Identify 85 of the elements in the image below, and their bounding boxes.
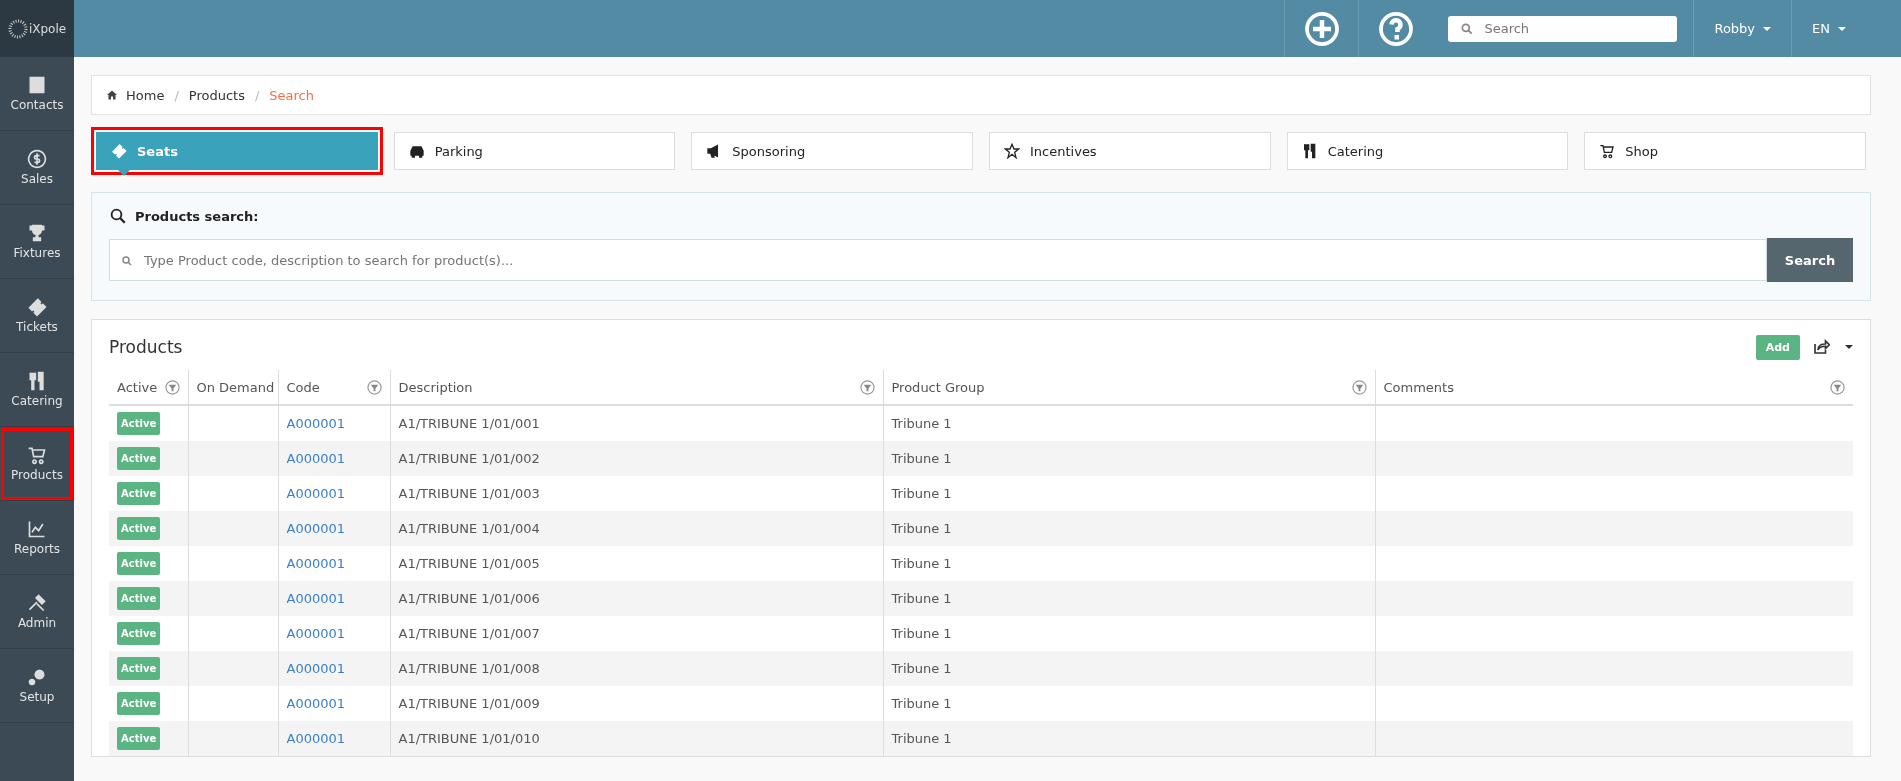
cell-text: A1/TRIBUNE 1/01/007 <box>398 626 540 641</box>
cell-text: A1/TRIBUNE 1/01/001 <box>398 416 540 431</box>
breadcrumb-link[interactable]: Home <box>126 87 165 103</box>
search-button[interactable]: Search <box>1767 238 1853 282</box>
breadcrumb-link[interactable]: Products <box>188 87 245 103</box>
sidebar-item[interactable]: Products <box>0 427 74 501</box>
filter-icon[interactable] <box>164 379 180 395</box>
status-badge: Active <box>117 657 161 680</box>
cell-text: Tribune 1 <box>891 451 952 466</box>
cell-text: Tribune 1 <box>891 731 952 746</box>
column-header[interactable]: Active <box>109 370 188 405</box>
code-link[interactable]: A000001 <box>286 696 346 711</box>
code-link[interactable]: A000001 <box>286 626 346 641</box>
ticket-icon <box>27 297 47 317</box>
trophy-icon <box>27 223 47 243</box>
search-field[interactable]: Type Product code, description to search for product(s)... <box>109 239 1767 281</box>
status-badge: Active <box>117 447 161 470</box>
panel-title: Products <box>109 337 184 357</box>
cell-text: A1/TRIBUNE 1/01/002 <box>398 451 540 466</box>
cell-text: Tribune 1 <box>891 591 952 606</box>
tab[interactable]: Sponsoring <box>691 132 973 170</box>
tab[interactable]: Incentives <box>989 132 1271 170</box>
tab[interactable]: Catering <box>1286 132 1569 170</box>
code-link[interactable]: A000001 <box>286 416 346 431</box>
tab[interactable]: Parking <box>393 132 676 170</box>
export-icon[interactable] <box>1812 338 1830 356</box>
ticket-icon <box>111 143 127 159</box>
status-badge: Active <box>117 482 161 505</box>
filter-icon[interactable] <box>1351 379 1367 395</box>
cell-text: Tribune 1 <box>891 486 952 501</box>
cell-text: Tribune 1 <box>891 696 952 711</box>
cart-icon <box>27 445 47 465</box>
help-icon[interactable] <box>1377 10 1414 47</box>
column-header[interactable]: Comments <box>1375 370 1853 405</box>
caret-icon[interactable] <box>1845 345 1853 349</box>
cell-text: Tribune 1 <box>891 521 952 536</box>
column-header[interactable]: On Demand <box>188 370 278 405</box>
code-link[interactable]: A000001 <box>286 486 346 501</box>
cell-text: Tribune 1 <box>891 556 952 571</box>
cutlery-icon <box>27 371 47 391</box>
panel-title: Products search: <box>135 208 259 224</box>
breadcrumb-separator: / <box>174 87 179 103</box>
tab[interactable]: Shop <box>1584 132 1867 170</box>
cart-icon <box>1599 143 1616 159</box>
tools-icon <box>27 593 47 613</box>
status-badge: Active <box>117 587 161 610</box>
status-badge: Active <box>117 552 161 575</box>
search-icon <box>109 207 127 225</box>
cell-text: A1/TRIBUNE 1/01/010 <box>398 731 540 746</box>
cell-text: A1/TRIBUNE 1/01/009 <box>398 696 540 711</box>
user-menu[interactable]: Robby <box>1693 0 1792 57</box>
chart-icon <box>27 519 47 539</box>
cutlery-icon <box>1301 143 1318 159</box>
filter-icon[interactable] <box>1830 379 1845 395</box>
search-field[interactable]: Search <box>1448 15 1678 42</box>
status-badge: Active <box>117 727 161 750</box>
breadcrumb-current: Search <box>269 87 314 103</box>
language-menu[interactable]: EN <box>1791 0 1866 57</box>
filter-icon[interactable] <box>859 379 875 395</box>
code-link[interactable]: A000001 <box>286 556 346 571</box>
dotted-ring-icon <box>7 18 28 39</box>
car-icon <box>408 143 425 159</box>
add-icon[interactable] <box>1303 10 1340 47</box>
home-icon <box>106 89 118 101</box>
column-header[interactable]: Code <box>278 370 390 405</box>
status-badge: Active <box>117 517 161 540</box>
logo-text: iXpole <box>28 21 67 36</box>
cell-text: Tribune 1 <box>891 626 952 641</box>
cell-text: Tribune 1 <box>891 416 952 431</box>
logo[interactable]: iXpole <box>0 0 74 57</box>
cell-text: A1/TRIBUNE 1/01/005 <box>398 556 540 571</box>
cell-text: Tribune 1 <box>891 661 952 676</box>
cell-text: A1/TRIBUNE 1/01/006 <box>398 591 540 606</box>
cell-text: A1/TRIBUNE 1/01/004 <box>398 521 540 536</box>
column-header[interactable]: Product Group <box>883 370 1375 405</box>
breadcrumb-separator: / <box>254 87 260 103</box>
star-icon <box>1004 143 1020 159</box>
status-badge: Active <box>117 622 161 645</box>
status-badge: Active <box>117 412 161 435</box>
column-header[interactable]: Description <box>390 370 883 405</box>
filter-icon[interactable] <box>366 379 382 395</box>
cell-text: A1/TRIBUNE 1/01/008 <box>398 661 540 676</box>
cell-text: A1/TRIBUNE 1/01/003 <box>398 486 540 501</box>
status-badge: Active <box>117 692 161 715</box>
dollar-icon <box>27 149 47 169</box>
